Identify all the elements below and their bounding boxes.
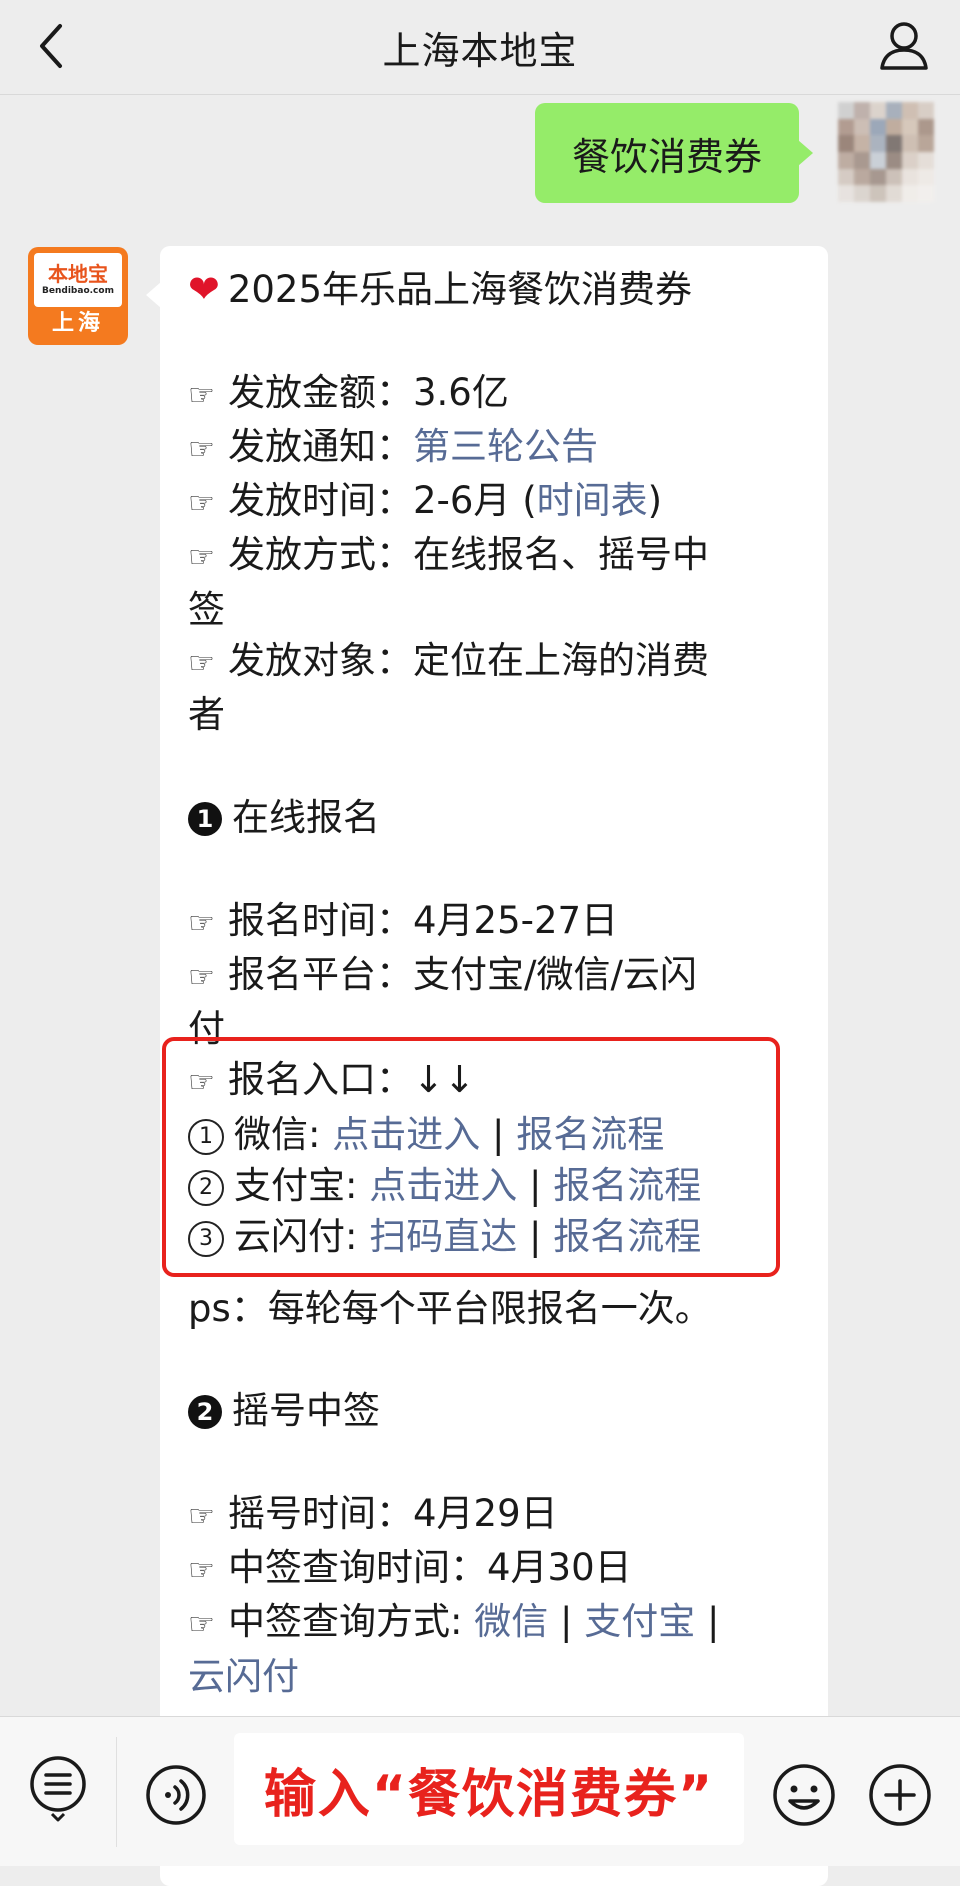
info-label: 报名平台： [228,952,413,996]
section-title: 摇号中签 [232,1389,380,1433]
voice-icon[interactable] [144,1763,208,1827]
separator: | [695,1600,720,1644]
info-label: 发放通知： [228,424,413,468]
query-alipay-link[interactable]: 支付宝 [584,1600,695,1643]
toolbar-divider [116,1737,117,1847]
emoji-icon[interactable] [770,1761,838,1829]
bendibao-logo: 本地宝 Bendibao.com [34,253,122,307]
schedule-link[interactable]: 时间表 [537,479,648,522]
result-query-method-wrap: 云闪付 [188,1651,808,1702]
plus-icon[interactable] [866,1761,934,1829]
info-value: 定位在上海的消费 [413,639,709,683]
lottery-time: ☞ 摇号时间：4月29日 [188,1488,808,1542]
person-icon[interactable] [876,16,932,76]
signup-platform: ☞ 报名平台：支付宝/微信/云闪 [188,949,808,1003]
section-number-badge: 1 [188,801,222,836]
menu-list-icon[interactable] [26,1752,90,1826]
user-message-text: 餐饮消费券 [571,134,762,179]
info-value: 4月25-27日 [413,898,619,942]
input-hint-text: 输入“餐饮消费券” [263,1764,715,1825]
info-value: 4月29日 [413,1491,558,1535]
bendibao-avatar[interactable]: 本地宝 Bendibao.com 上海 [28,247,128,345]
signup-time: ☞ 报名时间：4月25-27日 [188,895,808,949]
highlight-box [162,1037,780,1277]
info-label: 摇号时间： [228,1491,413,1535]
info-label: 中签查询时间： [228,1546,487,1590]
pointing-hand-icon: ☞ [188,540,215,576]
logo-text: 本地宝 [48,262,108,286]
logo-domain: Bendibao.com [42,286,114,296]
user-avatar[interactable] [838,102,934,202]
query-unionpay-link[interactable]: 云闪付 [188,1655,299,1698]
result-query-method: ☞ 中签查询方式: 微信 | 支付宝 | [188,1596,808,1650]
message-content: ❤ 2025年乐品上海餐饮消费券 ☞ 发放金额：3.6亿 ☞ 发放通知：第三轮公告 ☞… [188,264,808,1702]
section-number-badge: 2 [188,1395,222,1430]
section-title: 在线报名 [232,795,380,839]
info-notice: ☞ 发放通知：第三轮公告 [188,421,808,475]
info-period: ☞ 发放时间：2-6月 (时间表) [188,475,808,529]
input-toolbar: 输入“餐饮消费券” [0,1716,960,1866]
info-value: 支付宝/微信/云闪 [413,952,697,996]
info-label: 发放方式： [228,533,413,577]
heart-icon: ❤ [188,267,220,311]
pointing-hand-icon: ☞ [188,486,215,522]
info-label: 发放金额： [228,370,413,414]
chat-title: 上海本地宝 [382,29,578,73]
message-title-line: ❤ 2025年乐品上海餐饮消费券 [188,264,808,315]
info-target-wrap: 者 [188,693,225,737]
pointing-hand-icon: ☞ [188,377,215,413]
separator: | [548,1600,585,1644]
info-target: ☞ 发放对象：定位在上海的消费 [188,635,808,689]
pointing-hand-icon: ☞ [188,1498,215,1534]
pointing-hand-icon: ☞ [188,959,215,995]
pointing-hand-icon: ☞ [188,1553,215,1589]
section1-heading: 1 在线报名 [188,792,808,843]
chat-header: 上海本地宝 [0,0,960,95]
message-title: 2025年乐品上海餐饮消费券 [227,268,693,311]
info-method-wrap: 签 [188,587,225,631]
pointing-hand-icon: ☞ [188,646,215,682]
query-wechat-link[interactable]: 微信 [474,1600,548,1643]
info-suffix: ) [647,479,663,523]
result-query-time: ☞ 中签查询时间：4月30日 [188,1542,808,1596]
message-input[interactable]: 输入“餐饮消费券” [234,1733,744,1845]
info-value: 在线报名、摇号中 [413,533,709,577]
notice-link[interactable]: 第三轮公告 [413,425,598,468]
info-label: 发放对象： [228,639,413,683]
pointing-hand-icon: ☞ [188,1607,215,1643]
info-label: 报名时间： [228,898,413,942]
avatar-city: 上海 [51,311,104,336]
info-amount: ☞ 发放金额：3.6亿 [188,367,808,421]
info-value: 2-6月 ( [413,479,537,523]
user-message-bubble[interactable]: 餐饮消费券 [535,103,813,203]
section2-heading: 2 摇号中签 [188,1385,808,1436]
info-label: 中签查询方式: [228,1600,475,1644]
info-label: 发放时间： [228,479,413,523]
info-value: 4月30日 [487,1546,632,1590]
pointing-hand-icon: ☞ [188,431,215,467]
info-value: 3.6亿 [413,370,509,414]
signup-note: ps：每轮每个平台限报名一次。 [188,1286,712,1330]
info-method: ☞ 发放方式：在线报名、摇号中 [188,529,808,583]
pointing-hand-icon: ☞ [188,905,215,941]
